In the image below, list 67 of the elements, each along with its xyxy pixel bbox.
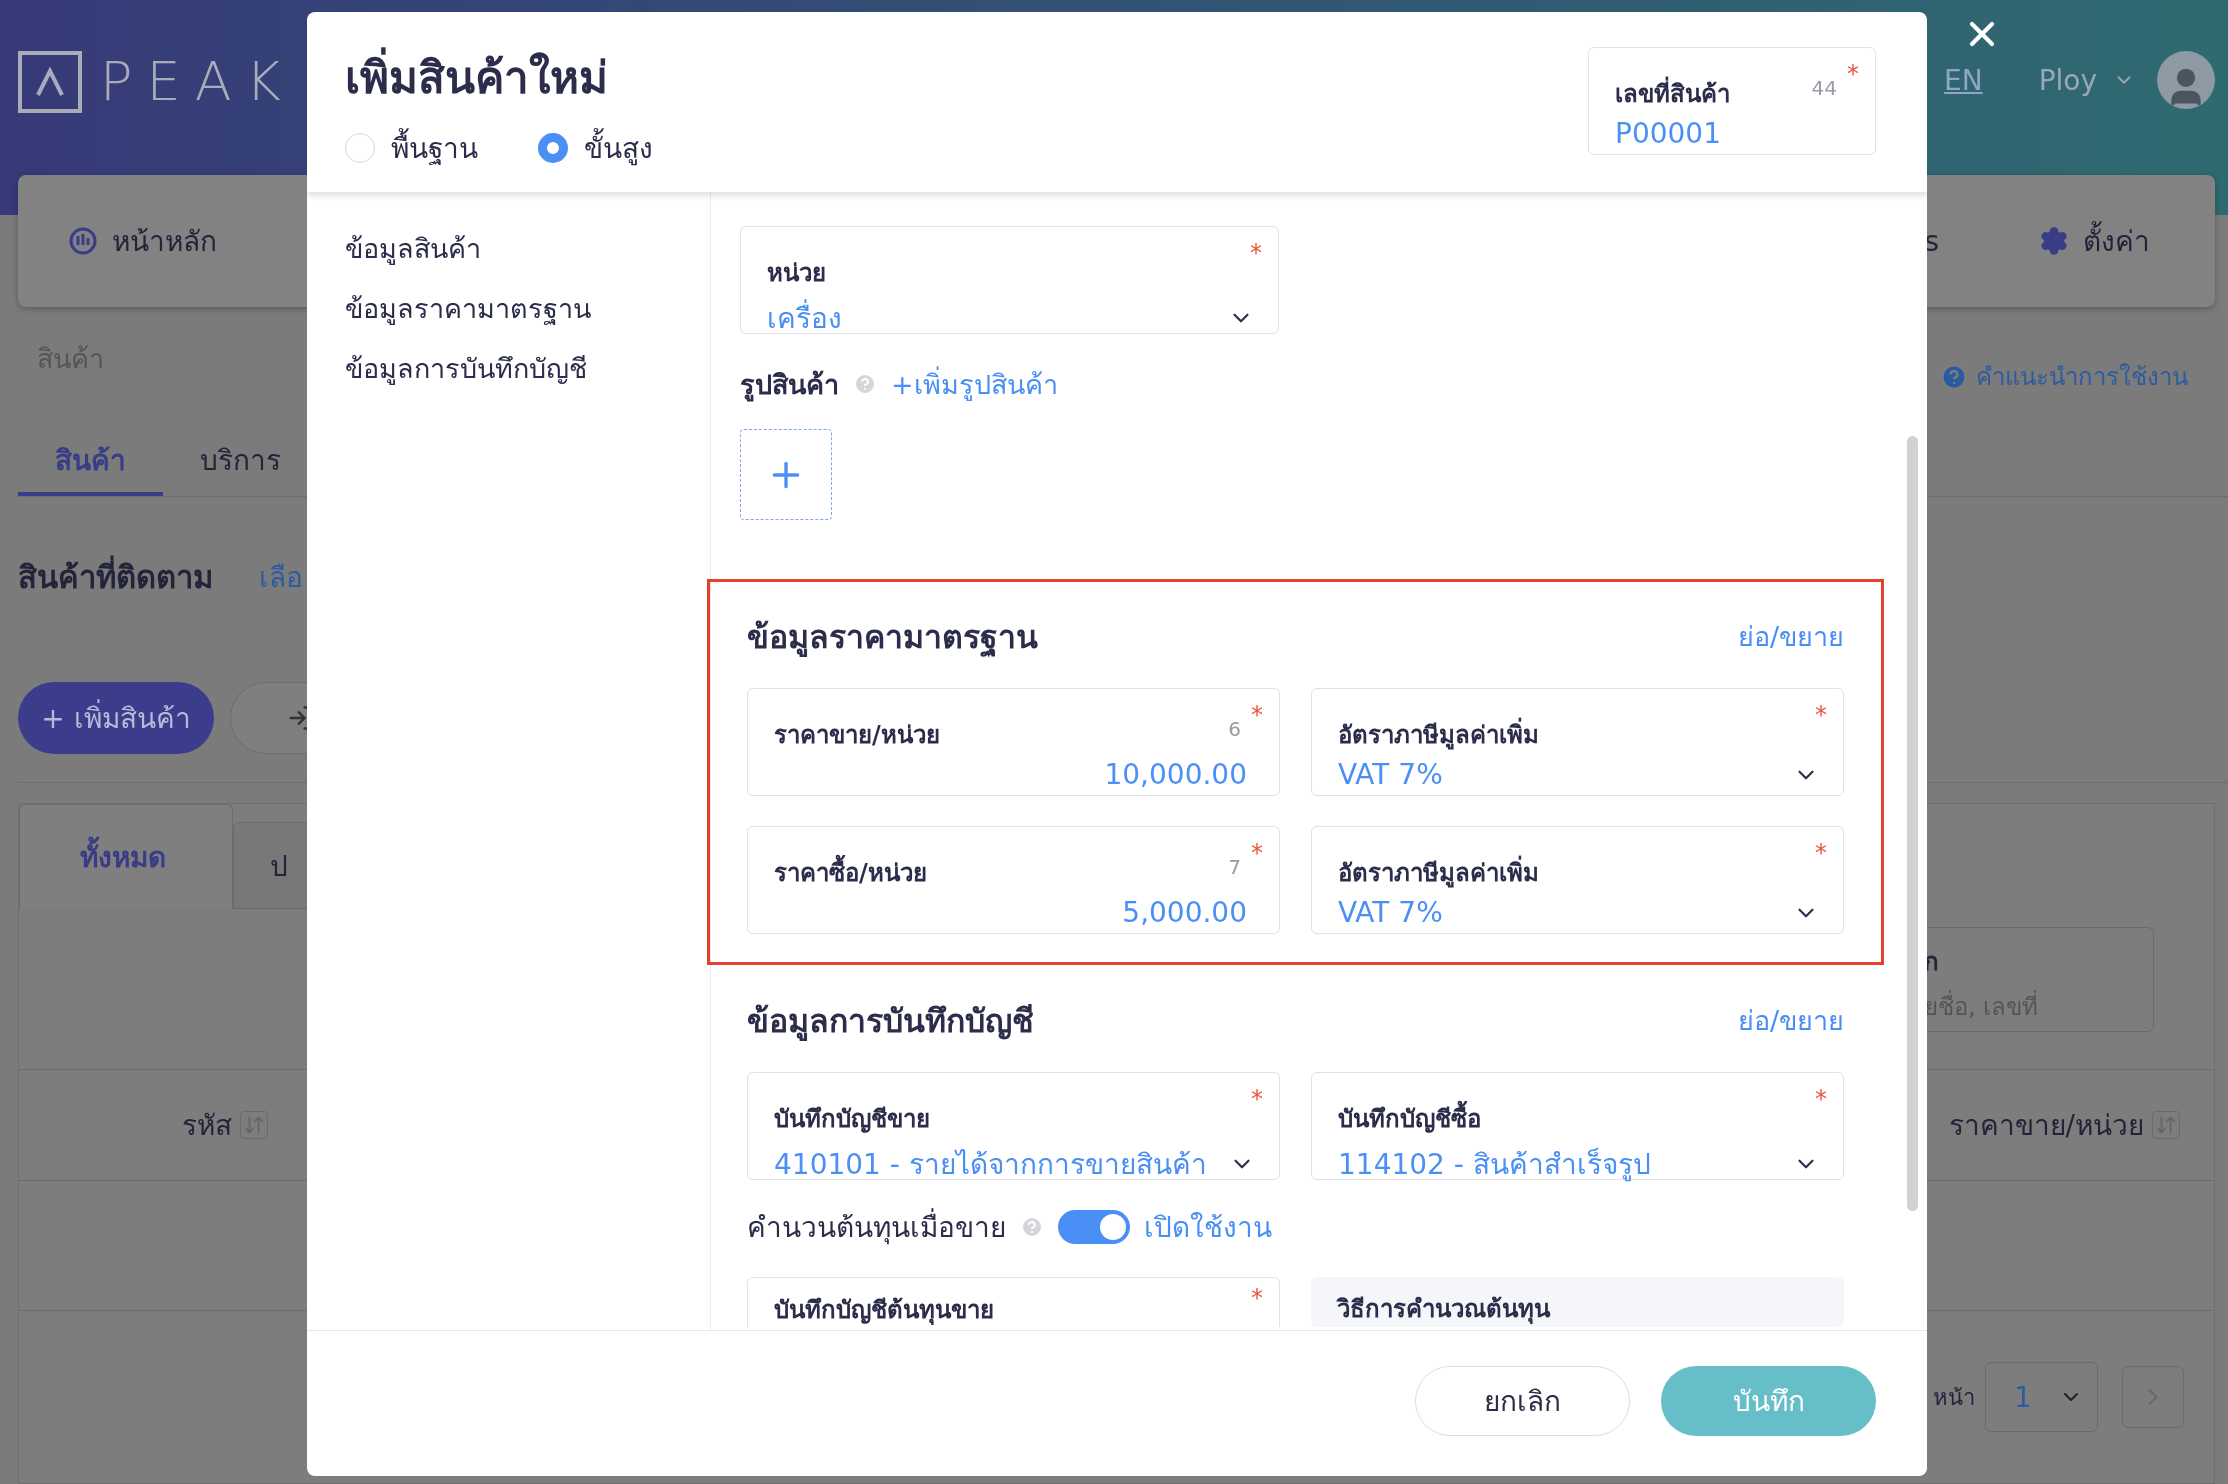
- collapse-link[interactable]: ย่อ/ขยาย: [1737, 615, 1844, 658]
- character-counter: 7: [1228, 855, 1241, 879]
- nav-item[interactable]: ตั้งค่า: [2039, 219, 2150, 263]
- column-header[interactable]: รหัส: [182, 1103, 268, 1147]
- field-label: เลขที่สินค้า: [1615, 74, 1730, 113]
- language-link[interactable]: EN: [1944, 63, 1983, 97]
- select-field[interactable]: หน่วย * เครื่อง: [740, 226, 1279, 334]
- nav-item[interactable]: หน้าหลัก: [68, 219, 217, 263]
- section-title: สินค้าที่ติดตาม: [18, 552, 213, 602]
- field-label: อัตราภาษีมูลค่าเพิ่ม: [1338, 853, 1539, 892]
- mode-radio[interactable]: พื้นฐาน: [345, 126, 478, 170]
- required-asterisk: *: [1251, 1286, 1263, 1310]
- required-asterisk: *: [1815, 841, 1827, 865]
- select-field[interactable]: อัตราภาษีมูลค่าเพิ่ม * VAT 7%: [1311, 688, 1844, 796]
- required-asterisk: *: [1847, 62, 1859, 86]
- status-tab[interactable]: ทั้งหมด: [19, 804, 233, 909]
- cancel-button[interactable]: ยกเลิก: [1415, 1365, 1630, 1436]
- add-product-button[interactable]: + เพิ่มสินค้า: [18, 682, 214, 754]
- field-label: บันทึกบัญชีซื้อ: [1338, 1099, 1481, 1138]
- input-field[interactable]: ราคาซื้อ/หน่วย 7 * 5,000.00: [747, 826, 1280, 934]
- character-counter: 6: [1228, 717, 1241, 741]
- field-label: บันทึกบัญชีต้นทุนขาย: [774, 1295, 994, 1327]
- required-asterisk: *: [1251, 1087, 1263, 1111]
- required-asterisk: *: [1251, 703, 1263, 727]
- field-label: หน่วย: [767, 258, 826, 289]
- character-counter: 44: [1811, 76, 1837, 100]
- column-header[interactable]: ราคาขาย/หน่วย: [1948, 1103, 2180, 1147]
- page-label: หน้า: [1933, 1383, 1975, 1412]
- type-tab[interactable]: บริการ: [163, 427, 318, 496]
- type-tab[interactable]: สินค้า: [18, 427, 163, 496]
- select-field[interactable]: เลขที่สินค้า 44 * P00001: [1588, 47, 1876, 155]
- select-field[interactable]: บันทึกบัญชีขาย * 410101 - รายได้จากการขายสินค้า: [747, 1072, 1280, 1180]
- field-label: รูปสินค้า: [740, 367, 839, 404]
- select-field[interactable]: บันทึกบัญชีซื้อ * 114102 - สินค้าสำเร็จรูป: [1311, 1072, 1844, 1180]
- dialog-title: เพิ่มสินค้าใหม่: [345, 42, 653, 112]
- section-nav-item[interactable]: ข้อมูลราคามาตรฐาน: [345, 290, 710, 328]
- input-field[interactable]: ราคาขาย/หน่วย 6 * 10,000.00: [747, 688, 1280, 796]
- select-field[interactable]: อัตราภาษีมูลค่าเพิ่ม * VAT 7%: [1311, 826, 1844, 934]
- required-asterisk: *: [1251, 841, 1263, 865]
- save-button[interactable]: บันทึก: [1661, 1365, 1876, 1436]
- readonly-field[interactable]: วิธีการคำนวณต้นทุน: [1311, 1277, 1844, 1327]
- field-value: 5,000.00: [1122, 896, 1247, 929]
- field-value: VAT 7%: [1338, 758, 1443, 791]
- required-asterisk: *: [1815, 703, 1827, 727]
- required-asterisk: *: [1815, 1087, 1827, 1111]
- field-value: 10,000.00: [1104, 758, 1247, 791]
- field-label: ราคาซื้อ/หน่วย: [774, 853, 927, 892]
- add-image-link[interactable]: +เพิ่มรูปสินค้า: [891, 362, 1058, 406]
- field-label: วิธีการคำนวณต้นทุน: [1337, 1294, 1550, 1326]
- field-value: VAT 7%: [1338, 896, 1443, 929]
- logo-text: PEAK: [100, 50, 296, 113]
- required-asterisk: *: [1250, 241, 1262, 265]
- section-title: ข้อมูลราคามาตรฐาน: [747, 617, 1038, 659]
- field-value: 410101 - รายได้จากการขายสินค้า: [774, 1147, 1207, 1183]
- section-title: ข้อมูลการบันทึกบัญชี: [747, 1001, 1034, 1043]
- field-label: บันทึกบัญชีขาย: [774, 1104, 930, 1135]
- mode-radio[interactable]: ขั้นสูง: [538, 126, 653, 170]
- field-label: อัตราภาษีมูลค่าเพิ่ม: [1338, 715, 1539, 754]
- switch-label: คำนวนต้นทุนเมื่อขาย: [747, 1205, 1006, 1249]
- field-value: P00001: [1615, 117, 1721, 150]
- user-name[interactable]: Ploy: [2038, 63, 2097, 97]
- select-field[interactable]: บันทึกบัญชีต้นทุนขาย *: [747, 1277, 1280, 1327]
- collapse-link[interactable]: ย่อ/ขยาย: [1737, 999, 1844, 1042]
- field-label: ราคาขาย/หน่วย: [774, 720, 940, 751]
- switch-state: เปิดใช้งาน: [1144, 1210, 1272, 1246]
- section-nav-item[interactable]: ข้อมูลการบันทึกบัญชี: [345, 350, 710, 388]
- section-nav-item[interactable]: ข้อมูลสินค้า: [345, 230, 710, 268]
